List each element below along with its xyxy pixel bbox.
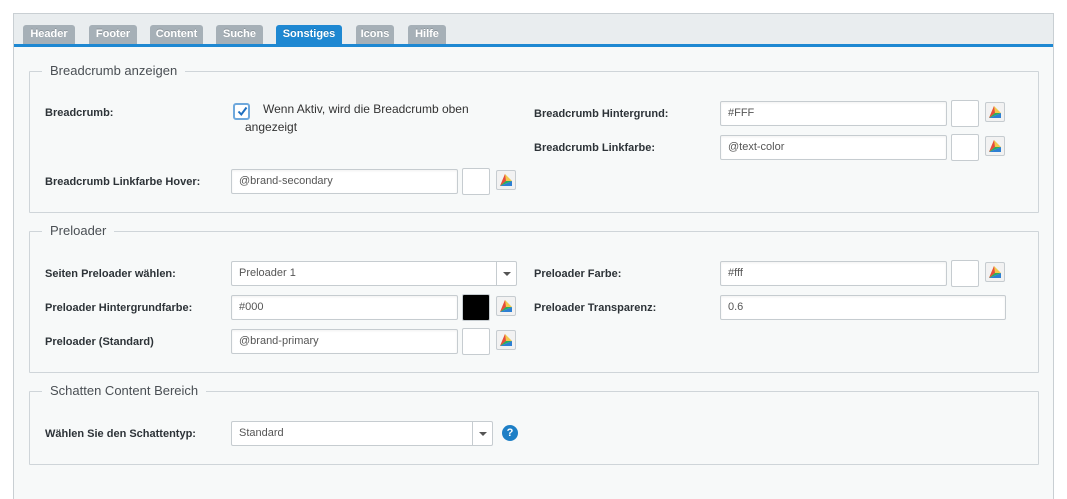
preloader-opacity-label: Preloader Transparenz: [534, 302, 657, 314]
preloader-color-label: Preloader Farbe: [534, 268, 622, 280]
help-icon[interactable]: ? [502, 425, 518, 441]
breadcrumb-enable-label: Breadcrumb: [45, 107, 114, 119]
tab-header[interactable]: Header [23, 25, 75, 44]
shadow-type-value: Standard [239, 427, 284, 439]
preloader-standard-picker[interactable] [496, 330, 516, 350]
preloader-bgcolor-picker[interactable] [496, 296, 516, 316]
shadow-legend: Schatten Content Bereich [42, 383, 207, 398]
color-picker-icon [989, 106, 1001, 118]
preloader-color-picker[interactable] [985, 262, 1005, 282]
shadow-type-label: Wählen Sie den Schattentyp: [45, 428, 196, 440]
breadcrumb-bg-swatch[interactable] [951, 100, 979, 127]
preloader-standard-swatch[interactable] [462, 328, 490, 355]
preloader-bgcolor-label: Preloader Hintergrundfarbe: [45, 302, 193, 314]
tab-suche[interactable]: Suche [216, 25, 263, 44]
tab-content[interactable]: Content [150, 25, 203, 44]
tab-sonstiges[interactable]: Sonstiges [276, 25, 342, 44]
shadow-fieldset: Schatten Content Bereich Wählen Sie den … [29, 383, 1039, 465]
breadcrumb-link-label: Breadcrumb Linkfarbe: [534, 142, 656, 154]
tab-bar: Header Footer Content Suche Sonstiges Ic… [14, 14, 1053, 47]
preloader-bgcolor-swatch[interactable] [462, 294, 490, 321]
breadcrumb-hover-input[interactable]: @brand-secondary [231, 169, 458, 194]
breadcrumb-hover-label: Breadcrumb Linkfarbe Hover: [45, 176, 201, 188]
color-picker-icon [989, 266, 1001, 278]
tab-icons[interactable]: Icons [356, 25, 394, 44]
chevron-down-icon [496, 262, 516, 285]
breadcrumb-bg-label: Breadcrumb Hintergrund: [534, 108, 669, 120]
color-picker-icon [500, 174, 512, 186]
color-picker-icon [989, 140, 1001, 152]
breadcrumb-link-swatch[interactable] [951, 134, 979, 161]
tab-footer[interactable]: Footer [89, 25, 137, 44]
preloader-bgcolor-input[interactable]: #000 [231, 295, 458, 320]
tab-hilfe[interactable]: Hilfe [408, 25, 446, 44]
breadcrumb-fieldset: Breadcrumb anzeigen Breadcrumb: Wenn Akt… [29, 63, 1039, 213]
shadow-type-select[interactable]: Standard [231, 421, 493, 446]
preloader-color-input[interactable]: #fff [720, 261, 947, 286]
breadcrumb-legend: Breadcrumb anzeigen [42, 63, 186, 78]
breadcrumb-enable-text: Wenn Aktiv, wird die Breadcrumb oben ang… [245, 102, 469, 134]
settings-panel: Header Footer Content Suche Sonstiges Ic… [13, 13, 1054, 499]
breadcrumb-bg-picker[interactable] [985, 102, 1005, 122]
preloader-select-label: Seiten Preloader wählen: [45, 268, 176, 280]
preloader-fieldset: Preloader Seiten Preloader wählen: Prelo… [29, 223, 1039, 373]
preloader-standard-label: Preloader (Standard) [45, 336, 154, 348]
chevron-down-icon [472, 422, 492, 445]
preloader-select[interactable]: Preloader 1 [231, 261, 517, 286]
preloader-opacity-input[interactable]: 0.6 [720, 295, 1006, 320]
breadcrumb-hover-picker[interactable] [496, 170, 516, 190]
breadcrumb-link-picker[interactable] [985, 136, 1005, 156]
breadcrumb-link-input[interactable]: @text-color [720, 135, 947, 160]
preloader-select-value: Preloader 1 [239, 267, 296, 279]
color-picker-icon [500, 334, 512, 346]
breadcrumb-hover-swatch[interactable] [462, 168, 490, 195]
preloader-legend: Preloader [42, 223, 115, 238]
preloader-standard-input[interactable]: @brand-primary [231, 329, 458, 354]
breadcrumb-bg-input[interactable]: #FFF [720, 101, 947, 126]
preloader-color-swatch[interactable] [951, 260, 979, 287]
color-picker-icon [500, 300, 512, 312]
